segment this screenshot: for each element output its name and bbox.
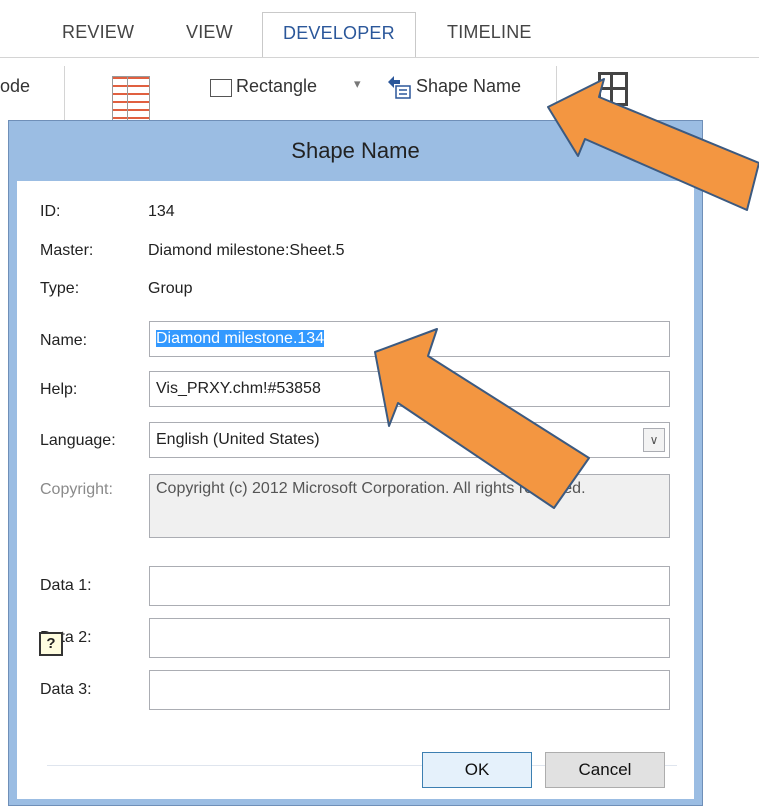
ribbon-separator xyxy=(556,66,557,121)
tab-view[interactable]: VIEW xyxy=(186,22,233,43)
help-input[interactable]: Vis_PRXY.chm!#53858 xyxy=(149,371,670,407)
id-label: ID: xyxy=(40,203,61,220)
tab-developer[interactable]: DEVELOPER xyxy=(262,12,416,58)
ribbon-partial-label: ode xyxy=(0,76,31,96)
type-value: Group xyxy=(148,280,193,297)
shape-name-dialog: Shape Name ID: 134 Master: Diamond miles… xyxy=(8,120,703,806)
language-select[interactable]: English (United States) ∨ xyxy=(149,422,670,458)
grid-icon[interactable] xyxy=(598,72,628,106)
table-icon[interactable] xyxy=(112,76,150,122)
data1-label: Data 1: xyxy=(40,577,92,594)
data2-input[interactable] xyxy=(149,618,670,658)
copyright-label: Copyright: xyxy=(40,481,113,498)
dialog-body: ID: 134 Master: Diamond milestone:Sheet.… xyxy=(17,181,694,799)
name-input-selection: Diamond milestone.134 xyxy=(156,330,325,347)
master-label: Master: xyxy=(40,242,94,259)
shape-name-icon xyxy=(388,76,411,99)
ok-button[interactable]: OK xyxy=(422,752,532,788)
data3-input[interactable] xyxy=(149,670,670,710)
shape-name-button[interactable]: Shape Name xyxy=(416,76,521,97)
tab-review[interactable]: REVIEW xyxy=(62,22,134,43)
language-label: Language: xyxy=(40,432,116,449)
type-label: Type: xyxy=(40,280,80,297)
id-value: 134 xyxy=(148,203,175,220)
chevron-down-icon[interactable]: ∨ xyxy=(643,428,665,452)
language-selected-value: English (United States) xyxy=(156,431,320,448)
rectangle-dropdown-icon[interactable]: ▾ xyxy=(354,76,361,92)
master-value: Diamond milestone:Sheet.5 xyxy=(148,242,345,259)
dialog-title[interactable]: Shape Name xyxy=(9,121,702,181)
cancel-button[interactable]: Cancel xyxy=(545,752,665,788)
help-icon[interactable]: ? xyxy=(39,632,63,656)
rectangle-icon xyxy=(210,79,232,97)
tab-timeline[interactable]: TIMELINE xyxy=(447,22,532,43)
ribbon-tab-bar: REVIEW VIEW DEVELOPER TIMELINE xyxy=(0,0,759,58)
name-label: Name: xyxy=(40,332,88,349)
copyright-field: Copyright (c) 2012 Microsoft Corporation… xyxy=(149,474,670,538)
data3-label: Data 3: xyxy=(40,681,92,698)
rectangle-button[interactable]: Rectangle xyxy=(236,76,317,97)
help-label: Help: xyxy=(40,381,78,398)
ribbon-separator xyxy=(64,66,65,121)
data1-input[interactable] xyxy=(149,566,670,606)
name-input[interactable]: Diamond milestone.134 xyxy=(149,321,670,357)
